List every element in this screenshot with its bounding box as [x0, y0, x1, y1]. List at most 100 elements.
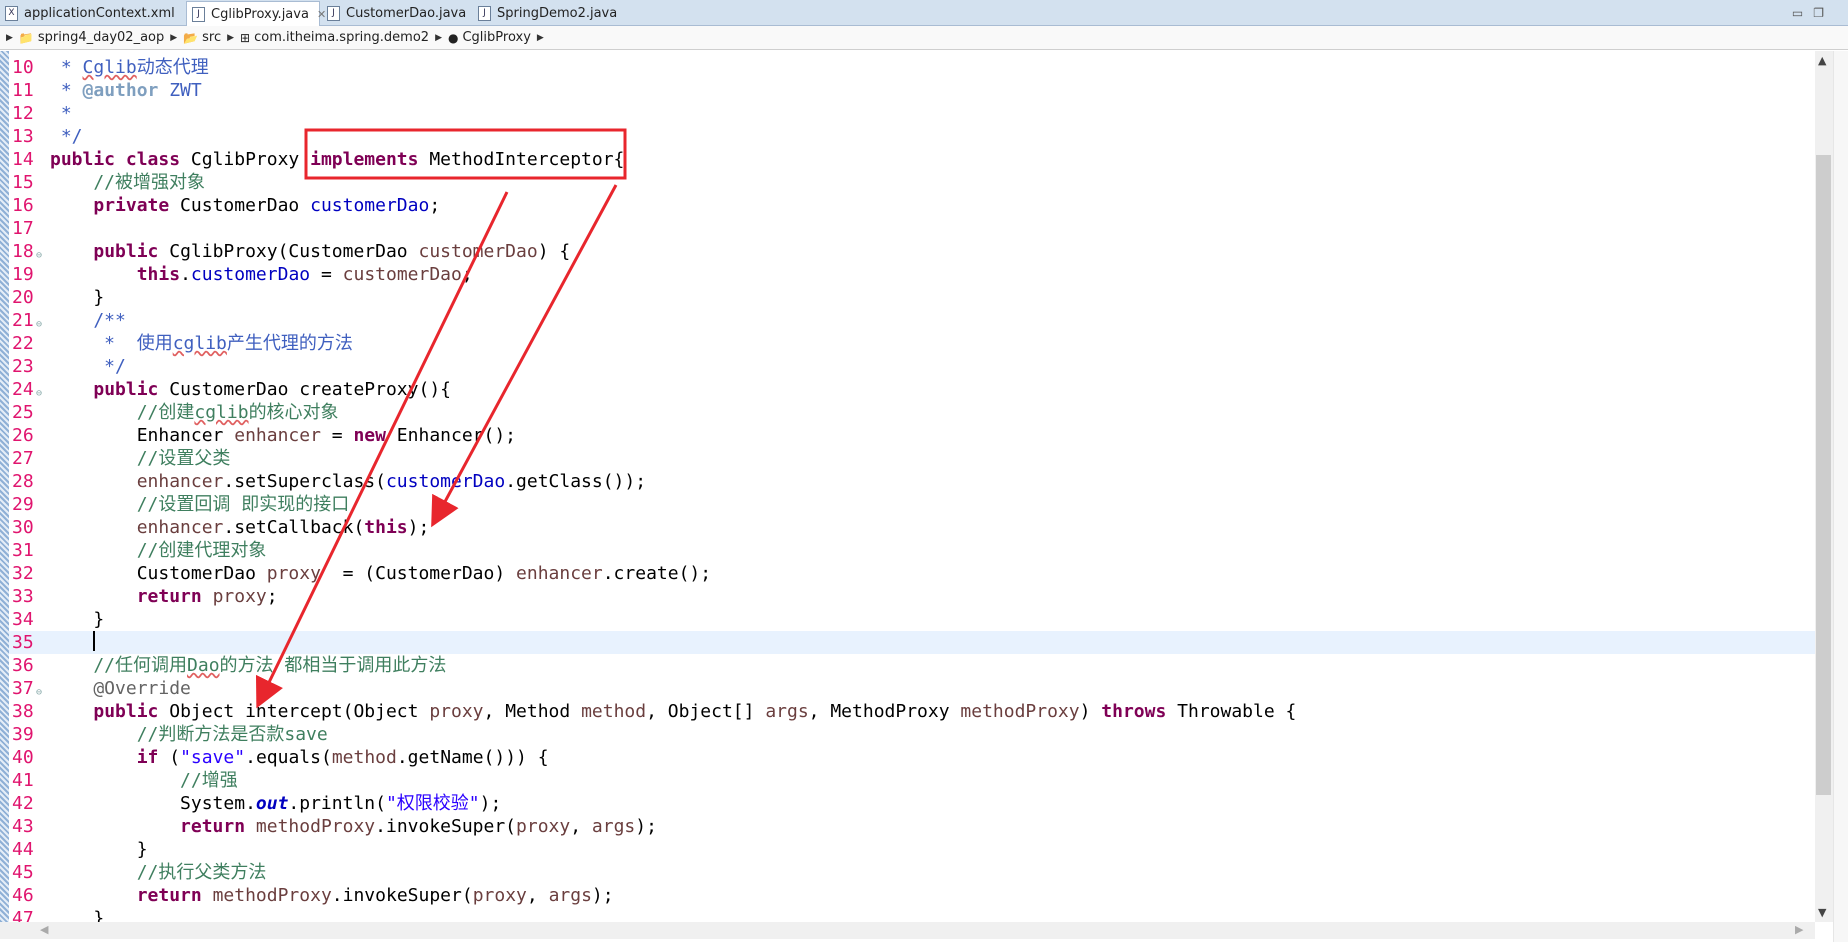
- code-token: //任何调用: [50, 655, 188, 676]
- code-token: proxy: [212, 586, 267, 607]
- code-line[interactable]: 40 if ("save".equals(method.getName())) …: [0, 746, 1815, 769]
- tab-cglibproxy-java[interactable]: J CglibProxy.java ✕: [186, 1, 326, 26]
- code-token: return: [136, 586, 202, 607]
- line-number: 13: [12, 126, 34, 147]
- code-text: //任何调用Dao的方法 都相当于调用此方法: [50, 654, 446, 677]
- code-line[interactable]: 26 Enhancer enhancer = new Enhancer();: [0, 424, 1815, 447]
- line-number: 26: [12, 425, 34, 446]
- code-token: ;: [429, 195, 441, 216]
- chevron-right-icon[interactable]: ▶: [435, 26, 442, 50]
- line-number: 43: [12, 816, 34, 837]
- code-line[interactable]: 37 ⊖ @Override: [0, 677, 1815, 700]
- code-line[interactable]: 19 this.customerDao = customerDao;: [0, 263, 1815, 286]
- code-token: proxy: [516, 816, 571, 837]
- code-text: }: [50, 838, 148, 861]
- line-number: 19: [12, 264, 34, 285]
- code-line[interactable]: 22 * 使用cglib产生代理的方法: [0, 332, 1815, 355]
- scroll-right-icon[interactable]: ▶: [1795, 923, 1803, 936]
- code-text: enhancer.setSuperclass(customerDao.getCl…: [50, 470, 646, 493]
- code-line[interactable]: 15 //被增强对象: [0, 171, 1815, 194]
- code-token: );: [479, 793, 502, 814]
- breadcrumb-item[interactable]: ● CglibProxy ▶: [448, 26, 550, 50]
- code-text: return methodProxy.invokeSuper(proxy, ar…: [50, 815, 657, 838]
- code-line[interactable]: 17: [0, 217, 1815, 240]
- code-line[interactable]: 28 enhancer.setSuperclass(customerDao.ge…: [0, 470, 1815, 493]
- code-line[interactable]: 41 //增强: [0, 769, 1815, 792]
- code-line[interactable]: 29 //设置回调 即实现的接口: [0, 493, 1815, 516]
- code-line[interactable]: 10 * Cglib动态代理: [0, 56, 1815, 79]
- code-line[interactable]: 45 //执行父类方法: [0, 861, 1815, 884]
- scroll-up-icon[interactable]: ▲: [1818, 54, 1826, 67]
- horizontal-scrollbar[interactable]: ◀ ▶: [0, 922, 1815, 939]
- code-line[interactable]: 31 //创建代理对象: [0, 539, 1815, 562]
- breadcrumb-item[interactable]: 📁 spring4_day02_aop ▶: [19, 26, 183, 50]
- code-token: public: [93, 241, 159, 262]
- code-text: }: [50, 286, 104, 309]
- tab-springdemo2-java[interactable]: J SpringDemo2.java: [473, 1, 623, 26]
- vertical-scrollbar[interactable]: ▲ ▼: [1815, 51, 1833, 922]
- code-line[interactable]: 20 }: [0, 286, 1815, 309]
- code-line[interactable]: 30 enhancer.setCallback(this);: [0, 516, 1815, 539]
- code-text: return methodProxy.invokeSuper(proxy, ar…: [50, 884, 614, 907]
- code-line[interactable]: 46 return methodProxy.invokeSuper(proxy,…: [0, 884, 1815, 907]
- code-text: //创建代理对象: [50, 539, 267, 562]
- code-token: "save": [180, 747, 246, 768]
- code-token: public: [50, 149, 116, 170]
- code-token: 动态代理: [136, 57, 209, 78]
- code-line[interactable]: 11 * @author ZWT: [0, 79, 1815, 102]
- code-token: );: [407, 517, 430, 538]
- java-file-icon: J: [192, 7, 205, 22]
- chevron-right-icon[interactable]: ▶: [227, 26, 234, 50]
- code-line[interactable]: 44 }: [0, 838, 1815, 861]
- chevron-right-icon[interactable]: ▶: [170, 26, 177, 50]
- code-token: );: [591, 885, 614, 906]
- code-token: method: [331, 747, 397, 768]
- code-token: *: [50, 57, 83, 78]
- code-text: this.customerDao = customerDao;: [50, 263, 473, 286]
- code-line[interactable]: 35: [0, 631, 1815, 654]
- code-line[interactable]: 21 ⊖ /**: [0, 309, 1815, 332]
- code-token: proxy: [472, 885, 527, 906]
- code-token: //被增强对象: [50, 172, 206, 193]
- code-line[interactable]: 34 }: [0, 608, 1815, 631]
- minimize-icon[interactable]: ▭: [1792, 6, 1813, 20]
- code-line[interactable]: 27 //设置父类: [0, 447, 1815, 470]
- code-line[interactable]: 36 //任何调用Dao的方法 都相当于调用此方法: [0, 654, 1815, 677]
- scroll-down-icon[interactable]: ▼: [1818, 906, 1826, 919]
- scrollbar-thumb[interactable]: [1816, 155, 1831, 795]
- tab-customerdao-java[interactable]: J CustomerDao.java: [322, 1, 470, 26]
- breadcrumb-expand-icon[interactable]: ▶: [6, 26, 13, 50]
- code-token: @author: [82, 80, 159, 101]
- code-line[interactable]: 24 ⊖ public CustomerDao createProxy(){: [0, 378, 1815, 401]
- scroll-left-icon[interactable]: ◀: [40, 923, 48, 936]
- code-line[interactable]: 38 public Object intercept(Object proxy,…: [0, 700, 1815, 723]
- restore-icon[interactable]: ❐: [1813, 6, 1834, 20]
- code-token: .getName())) {: [396, 747, 549, 768]
- code-token: , Method: [483, 701, 582, 722]
- code-line[interactable]: 39 //判断方法是否款save: [0, 723, 1815, 746]
- tab-applicationcontext-xml[interactable]: XapplicationContext.xml: [0, 1, 180, 26]
- code-line[interactable]: 13 */: [0, 125, 1815, 148]
- code-line[interactable]: 25 //创建cglib的核心对象: [0, 401, 1815, 424]
- line-number: 27: [12, 448, 34, 469]
- code-line[interactable]: 43 return methodProxy.invokeSuper(proxy,…: [0, 815, 1815, 838]
- code-token: return: [180, 816, 246, 837]
- line-number: 20: [12, 287, 34, 308]
- chevron-right-icon[interactable]: ▶: [537, 26, 544, 50]
- code-line[interactable]: 23 */: [0, 355, 1815, 378]
- breadcrumb-item[interactable]: 📂 src ▶: [183, 26, 240, 50]
- code-line[interactable]: 14 public class CglibProxy implements Met…: [0, 148, 1815, 171]
- line-number: 47: [12, 908, 34, 922]
- code-line[interactable]: 12 *: [0, 102, 1815, 125]
- code-line[interactable]: 18 ⊖ public CglibProxy(CustomerDao custom…: [0, 240, 1815, 263]
- code-line[interactable]: 42 System.out.println("权限校验");: [0, 792, 1815, 815]
- breadcrumb-item[interactable]: ⊞ com.itheima.spring.demo2 ▶: [240, 26, 448, 50]
- code-line[interactable]: 32 CustomerDao proxy = (CustomerDao) enh…: [0, 562, 1815, 585]
- code-editor[interactable]: 10 * Cglib动态代理 11 * @author ZWT 12 * 13 */1…: [0, 51, 1815, 922]
- code-line[interactable]: 33 return proxy;: [0, 585, 1815, 608]
- code-line[interactable]: 47 }: [0, 907, 1815, 922]
- code-line[interactable]: 16 private CustomerDao customerDao;: [0, 194, 1815, 217]
